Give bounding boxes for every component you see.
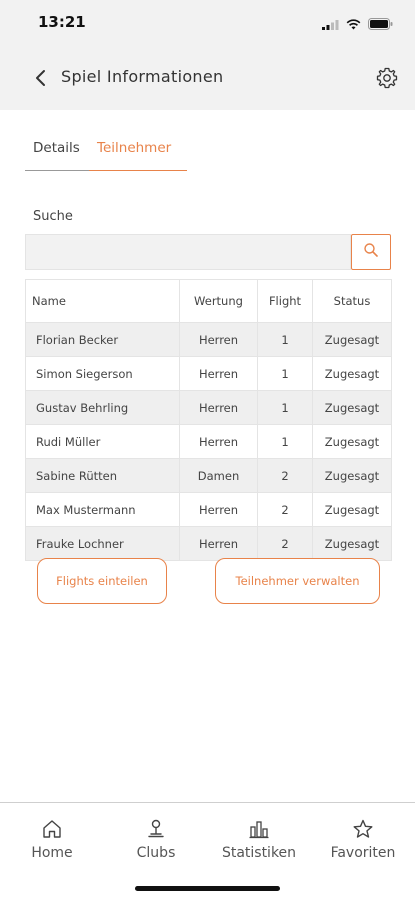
cell-wertung: Damen <box>179 458 258 493</box>
nav-item-statistiken[interactable]: Statistiken <box>209 817 309 861</box>
nav-label-clubs: Clubs <box>136 845 176 861</box>
nav-item-clubs[interactable]: Clubs <box>106 817 206 861</box>
search-label: Suche <box>33 209 73 224</box>
column-header-flight[interactable]: Flight <box>257 279 313 323</box>
nav-item-favoriten[interactable]: Favoriten <box>313 817 413 861</box>
page-title: Spiel Informationen <box>61 67 224 86</box>
table-row[interactable]: Florian Becker Herren 1 Zugesagt <box>25 322 392 357</box>
cell-name: Simon Siegerson <box>25 356 180 391</box>
search-input[interactable] <box>25 234 351 270</box>
cell-status: Zugesagt <box>312 322 392 357</box>
cell-flight: 1 <box>257 322 313 357</box>
star-icon <box>313 817 413 841</box>
cell-flight: 2 <box>257 492 313 527</box>
tab-details[interactable]: Details <box>25 137 89 171</box>
cell-name: Max Mustermann <box>25 492 180 527</box>
navigation-bar: Spiel Informationen <box>0 44 415 110</box>
nav-label-favoriten: Favoriten <box>330 845 396 861</box>
golf-flag-icon <box>106 817 206 841</box>
cell-status: Zugesagt <box>312 424 392 459</box>
chevron-left-icon <box>30 70 52 94</box>
cell-wertung: Herren <box>179 390 258 425</box>
table-row[interactable]: Max Mustermann Herren 2 Zugesagt <box>25 492 392 527</box>
flights-einteilen-button[interactable]: Flights einteilen <box>37 558 167 604</box>
search-icon <box>363 242 379 262</box>
settings-button[interactable] <box>375 66 399 90</box>
cell-flight: 2 <box>257 458 313 493</box>
cell-wertung: Herren <box>179 322 258 357</box>
cell-flight: 1 <box>257 424 313 459</box>
search-button[interactable] <box>351 234 391 270</box>
wifi-icon <box>346 15 361 34</box>
status-time: 13:21 <box>38 13 86 31</box>
status-bar: 13:21 <box>0 0 415 44</box>
home-indicator <box>135 886 280 891</box>
cell-wertung: Herren <box>179 526 258 561</box>
gear-icon <box>375 67 399 94</box>
table-row[interactable]: Frauke Lochner Herren 2 Zugesagt <box>25 526 392 561</box>
tab-teilnehmer[interactable]: Teilnehmer <box>89 137 187 171</box>
cell-name: Frauke Lochner <box>25 526 180 561</box>
table-row[interactable]: Rudi Müller Herren 1 Zugesagt <box>25 424 392 459</box>
table-row[interactable]: Sabine Rütten Damen 2 Zugesagt <box>25 458 392 493</box>
table-header-row: Name Wertung Flight Status <box>25 279 392 323</box>
table-row[interactable]: Gustav Behrling Herren 1 Zugesagt <box>25 390 392 425</box>
cell-wertung: Herren <box>179 356 258 391</box>
battery-icon <box>368 15 393 34</box>
cell-status: Zugesagt <box>312 458 392 493</box>
status-icons <box>322 15 393 34</box>
cell-flight: 2 <box>257 526 313 561</box>
cell-status: Zugesagt <box>312 356 392 391</box>
teilnehmer-verwalten-button[interactable]: Teilnehmer verwalten <box>215 558 380 604</box>
home-icon <box>2 817 102 841</box>
column-header-name[interactable]: Name <box>25 279 180 323</box>
cell-name: Gustav Behrling <box>25 390 180 425</box>
cell-status: Zugesagt <box>312 390 392 425</box>
cell-flight: 1 <box>257 356 313 391</box>
participants-table: Name Wertung Flight Status Florian Becke… <box>25 279 392 561</box>
bar-chart-icon <box>209 817 309 841</box>
table-row[interactable]: Simon Siegerson Herren 1 Zugesagt <box>25 356 392 391</box>
cell-status: Zugesagt <box>312 492 392 527</box>
cell-wertung: Herren <box>179 492 258 527</box>
nav-item-home[interactable]: Home <box>2 817 102 861</box>
cell-name: Florian Becker <box>25 322 180 357</box>
cell-status: Zugesagt <box>312 526 392 561</box>
column-header-status[interactable]: Status <box>312 279 392 323</box>
cell-flight: 1 <box>257 390 313 425</box>
cell-name: Sabine Rütten <box>25 458 180 493</box>
tab-bar: Details Teilnehmer <box>25 137 187 171</box>
back-button[interactable] <box>30 66 52 90</box>
column-header-wertung[interactable]: Wertung <box>179 279 258 323</box>
cell-name: Rudi Müller <box>25 424 180 459</box>
cell-wertung: Herren <box>179 424 258 459</box>
nav-label-home: Home <box>31 845 73 861</box>
signal-icon <box>322 15 339 34</box>
nav-label-statistiken: Statistiken <box>221 845 297 861</box>
